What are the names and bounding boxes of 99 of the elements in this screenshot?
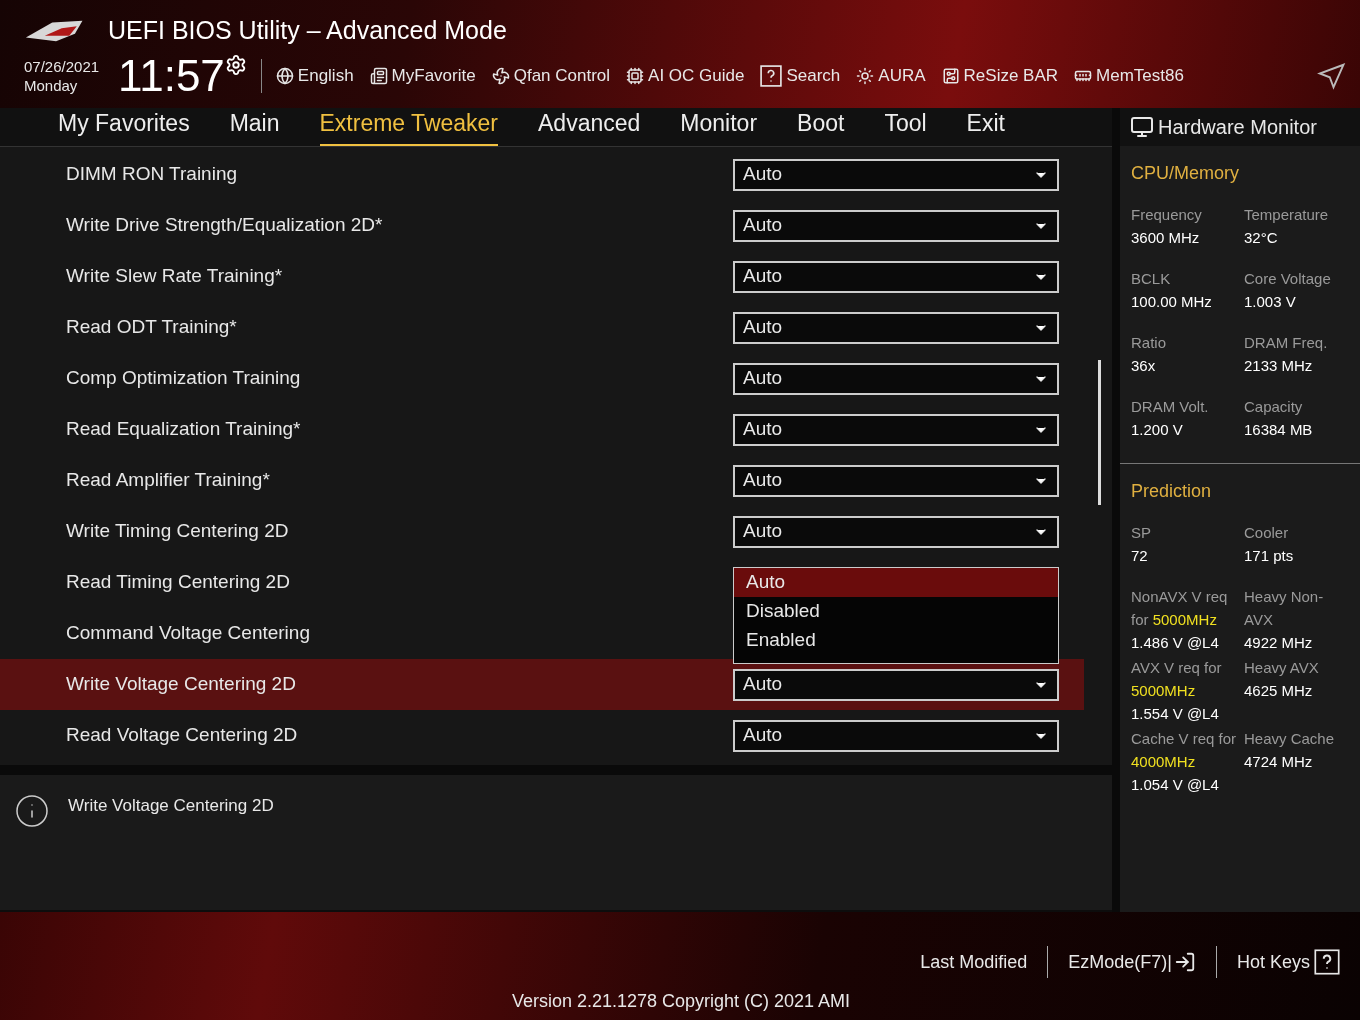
stat-value: 3600 MHz	[1131, 228, 1201, 248]
value-dropdown[interactable]: Auto	[733, 158, 1059, 191]
stat-value: 16384 MB	[1244, 420, 1314, 440]
stat-label: Heavy Cache	[1244, 729, 1336, 749]
stat-label: BCLK	[1131, 269, 1172, 289]
settings-icon[interactable]	[224, 53, 247, 76]
setting-label: Read Equalization Training*	[65, 417, 302, 442]
dropdown-option[interactable]: Auto	[734, 568, 1058, 597]
stat-value: 4922 MHz	[1244, 633, 1314, 653]
stat-value: 1.054 V @L4	[1131, 775, 1220, 795]
setting-label: Read Timing Centering 2D	[65, 570, 291, 595]
info-icon	[14, 793, 50, 829]
setting-label: Write Drive Strength/Equalization 2D*	[65, 213, 384, 238]
nav-tab[interactable]: Monitor	[680, 105, 758, 146]
value-dropdown[interactable]: Auto	[733, 311, 1059, 344]
search-icon	[760, 64, 783, 87]
toolbar-button[interactable]: ReSize BAR	[941, 62, 1059, 89]
setting-label: Write Voltage Centering 2D	[65, 672, 297, 697]
stat-label: Heavy AVX	[1244, 658, 1320, 678]
toolbar-button[interactable]: AI OC Guide	[626, 62, 745, 89]
stat-label: Cooler	[1244, 523, 1290, 543]
window-title: UEFI BIOS Utility – Advanced Mode	[108, 15, 507, 46]
nav-tab[interactable]: Boot	[797, 105, 845, 146]
stat-value: 4625 MHz	[1244, 681, 1314, 701]
stat-label: DRAM Freq.	[1244, 333, 1329, 353]
value-dropdown[interactable]: Auto	[733, 515, 1059, 548]
section-title: Prediction	[1131, 480, 1213, 503]
panel-title: Hardware Monitor	[1158, 115, 1317, 140]
exit-icon	[1173, 951, 1196, 973]
setting-label: Command Voltage Centering	[65, 621, 311, 646]
help-text: Write Voltage Centering 2D	[68, 795, 274, 817]
day-text: Monday	[24, 75, 79, 95]
stat-value: 1.200 V	[1131, 420, 1184, 440]
fan-icon	[491, 66, 510, 85]
dropdown-option[interactable]: Enabled	[734, 626, 1058, 655]
stat-value: 2133 MHz	[1244, 356, 1314, 376]
stat-value: 100.00 MHz	[1131, 292, 1213, 312]
scrollbar[interactable]	[1098, 360, 1101, 505]
setting-label: Write Slew Rate Training*	[65, 264, 284, 289]
stat-value: 1.003 V	[1244, 292, 1297, 312]
nav-tab[interactable]: Exit	[966, 105, 1005, 146]
stat-label: Core Voltage	[1244, 269, 1332, 289]
stat-label: SP	[1131, 523, 1152, 543]
value-dropdown[interactable]: Auto	[733, 668, 1059, 701]
stat-label: Frequency	[1131, 205, 1203, 225]
clock-time: 11:57	[118, 53, 225, 98]
list-icon	[369, 66, 388, 85]
toolbar-button[interactable]: AURA	[856, 62, 926, 89]
setting-label: Read Amplifier Training*	[65, 468, 271, 493]
hot-keys-button[interactable]: Hot Keys	[1236, 948, 1340, 976]
stat-label: Cache V req for 4000MHz	[1131, 729, 1238, 772]
setting-label: Comp Optimization Training	[65, 366, 302, 391]
light-icon	[856, 66, 875, 85]
monitor-icon	[1130, 115, 1154, 139]
version-text: Version 2.21.1278 Copyright (C) 2021 AMI	[511, 990, 851, 1013]
toolbar-button[interactable]: MemTest86	[1074, 62, 1184, 89]
toolbar-button[interactable]: MyFavorite	[369, 62, 476, 89]
chip-icon	[626, 66, 645, 85]
globe-icon	[275, 66, 294, 85]
stat-value: 32°C	[1244, 228, 1279, 248]
value-dropdown[interactable]: Auto	[733, 209, 1059, 242]
ezmode-button[interactable]: EzMode(F7)|	[1068, 948, 1196, 976]
nav-tab[interactable]: Tool	[884, 105, 927, 146]
dropdown-option[interactable]: Disabled	[734, 597, 1058, 626]
stat-label: DRAM Volt.	[1131, 397, 1210, 417]
help-icon	[1314, 949, 1340, 975]
setting-label: DIMM RON Training	[65, 162, 239, 187]
date-text: 07/26/2021	[24, 56, 101, 76]
stat-label: Ratio	[1131, 333, 1168, 353]
stat-label: Temperature	[1244, 205, 1330, 225]
stat-label: AVX V req for 5000MHz	[1131, 658, 1223, 701]
value-dropdown[interactable]: Auto	[733, 413, 1059, 446]
nav-tab[interactable]: My Favorites	[58, 105, 190, 146]
last-modified-button[interactable]: Last Modified	[920, 948, 1028, 976]
value-dropdown[interactable]: Auto	[733, 464, 1059, 497]
stat-label: NonAVX V req for 5000MHz	[1131, 587, 1229, 630]
section-title: CPU/Memory	[1131, 162, 1240, 185]
setting-label: Read ODT Training*	[65, 315, 238, 340]
toolbar-button[interactable]: Qfan Control	[491, 62, 611, 89]
nav-tab[interactable]: Main	[229, 105, 280, 146]
toolbar-button[interactable]: Search	[760, 62, 841, 89]
stat-label: Heavy Non-AVX	[1244, 587, 1325, 630]
cursor-icon	[1316, 60, 1346, 91]
nav-tab[interactable]: Advanced	[538, 105, 641, 146]
stat-value: 1.486 V @L4	[1131, 633, 1220, 653]
stat-value: 1.554 V @L4	[1131, 704, 1220, 724]
card-icon	[941, 66, 960, 85]
stat-value: 171 pts	[1244, 546, 1295, 566]
value-dropdown[interactable]: Auto	[733, 260, 1059, 293]
stat-value: 72	[1131, 546, 1149, 566]
stat-label: Capacity	[1244, 397, 1304, 417]
toolbar-button[interactable]: English	[275, 62, 354, 89]
selected-row[interactable]: Write Voltage Centering 2D Auto	[0, 659, 1084, 710]
stat-value: 36x	[1131, 356, 1157, 376]
value-dropdown[interactable]: Auto	[733, 362, 1059, 395]
value-dropdown[interactable]: Auto	[733, 719, 1059, 752]
setting-label: Write Timing Centering 2D	[65, 519, 290, 544]
setting-label: Read Voltage Centering 2D	[65, 723, 299, 748]
stat-value: 4724 MHz	[1244, 752, 1314, 772]
